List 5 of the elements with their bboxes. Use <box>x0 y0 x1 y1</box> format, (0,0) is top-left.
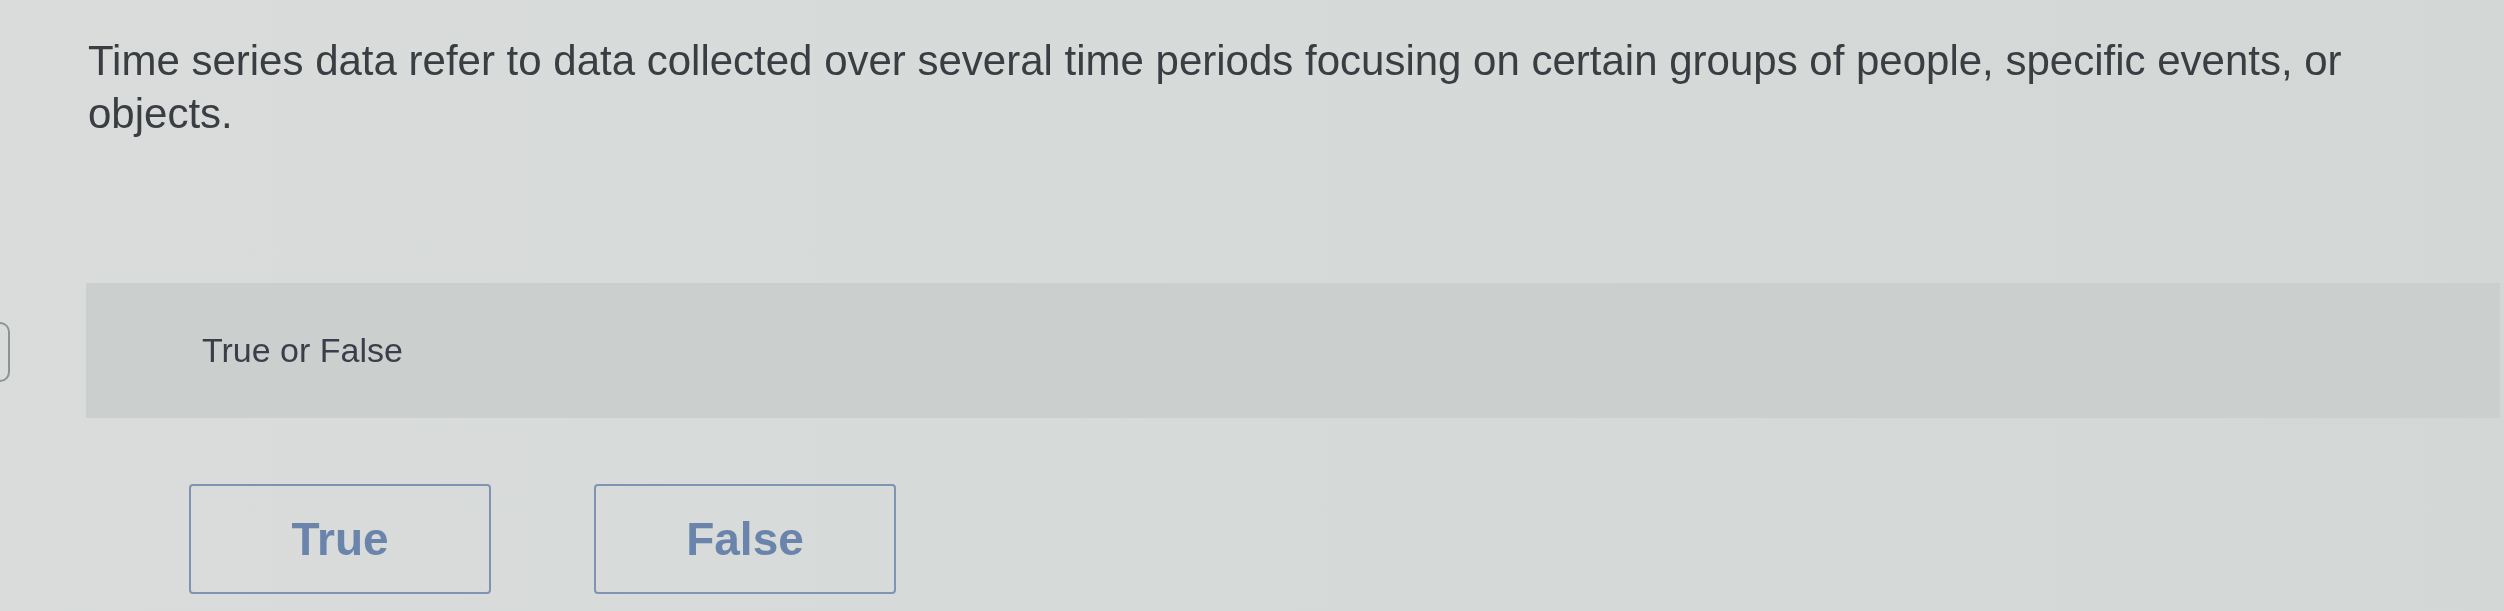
question-text: Time series data refer to data collected over several time periods focusing on certain groups of people, specific events, or objects. <box>88 36 2343 139</box>
answer-option-button[interactable]: False <box>594 484 896 594</box>
side-handle <box>0 322 10 382</box>
answer-option-button[interactable]: True <box>189 484 491 594</box>
answer-type-label: True or False <box>202 331 403 370</box>
